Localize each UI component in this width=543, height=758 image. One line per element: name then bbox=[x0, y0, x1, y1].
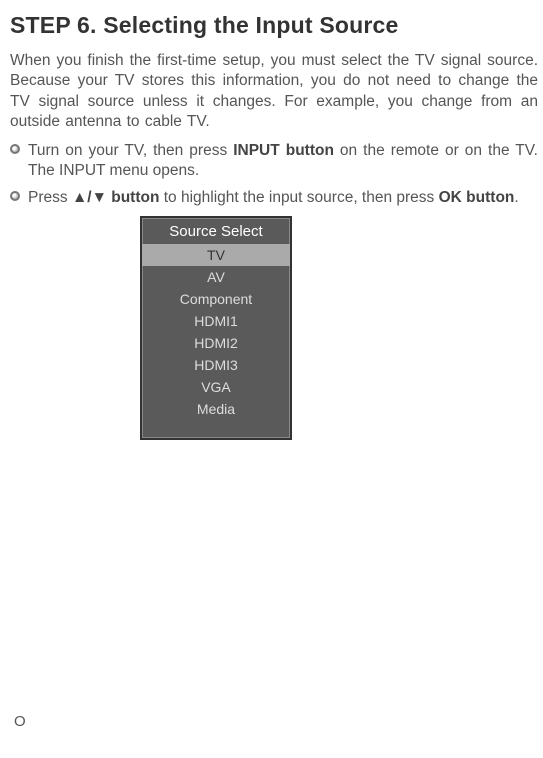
instruction-text-prefix: Turn on your TV, then press bbox=[28, 142, 233, 159]
instruction-text-middle: to highlight the input source, then pres… bbox=[159, 189, 438, 206]
instruction-list: Turn on your TV, then press INPUT button… bbox=[10, 141, 538, 208]
instruction-bold: INPUT button bbox=[233, 142, 334, 159]
source-item-tv[interactable]: TV bbox=[142, 244, 290, 266]
source-item-hdmi2[interactable]: HDMI2 bbox=[142, 332, 290, 354]
bullet-icon bbox=[10, 191, 20, 201]
source-item-vga[interactable]: VGA bbox=[142, 376, 290, 398]
source-item-av[interactable]: AV bbox=[142, 266, 290, 288]
instruction-text-prefix: Press bbox=[28, 189, 72, 206]
source-item-hdmi3[interactable]: HDMI3 bbox=[142, 354, 290, 376]
source-item-component[interactable]: Component bbox=[142, 288, 290, 310]
intro-paragraph: When you finish the first-time setup, yo… bbox=[10, 51, 538, 133]
source-select-list: TVAVComponentHDMI1HDMI2HDMI3VGAMedia bbox=[142, 244, 290, 438]
page-title: STEP 6. Selecting the Input Source bbox=[10, 12, 538, 39]
source-select-wrap: Source Select TVAVComponentHDMI1HDMI2HDM… bbox=[140, 216, 538, 440]
source-item-hdmi1[interactable]: HDMI1 bbox=[142, 310, 290, 332]
instruction-item: Press ▲/▼ button to highlight the input … bbox=[10, 188, 538, 208]
instruction-bold: ▲/▼ button bbox=[72, 189, 160, 206]
instruction-bold2: OK button bbox=[439, 189, 515, 206]
bullet-icon bbox=[10, 144, 20, 154]
source-select-title: Source Select bbox=[142, 218, 290, 244]
source-select-menu: Source Select TVAVComponentHDMI1HDMI2HDM… bbox=[140, 216, 292, 440]
page-footer-letter: O bbox=[14, 713, 26, 730]
instruction-item: Turn on your TV, then press INPUT button… bbox=[10, 141, 538, 182]
source-item-media[interactable]: Media bbox=[142, 398, 290, 420]
instruction-text-suffix: . bbox=[514, 189, 518, 206]
